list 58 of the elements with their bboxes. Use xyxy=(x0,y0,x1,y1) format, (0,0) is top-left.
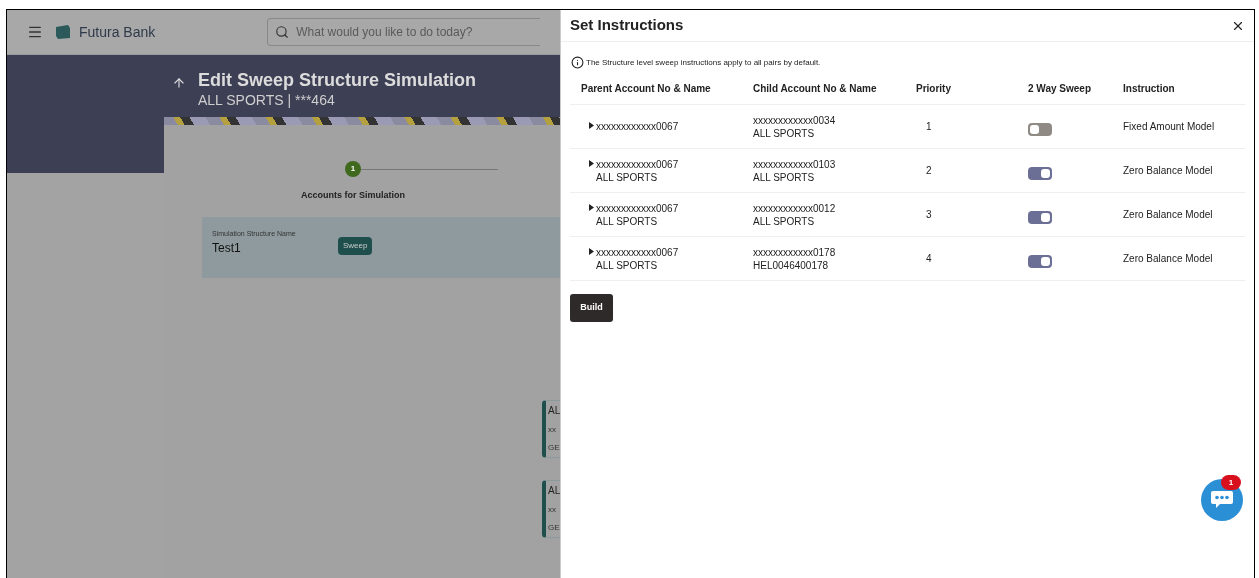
table-cell-text: 4 xyxy=(925,252,933,266)
card-text: GE xyxy=(548,444,560,452)
table-cell-text: Zero Balance Model xyxy=(1123,164,1214,178)
step-number: 1 xyxy=(345,161,361,177)
table-cell-text: xxxxxxxxxxxx0012 xyxy=(753,201,837,215)
table-cell-text: Zero Balance Model xyxy=(1123,208,1214,222)
table-cell-text: xxxxxxxxxxxx0178 xyxy=(753,245,837,259)
brand-name: Futura Bank xyxy=(79,22,156,42)
expand-caret-icon[interactable] xyxy=(589,159,594,167)
table-cell: xxxxxxxxxxxx0067 xyxy=(596,245,679,259)
table-cell-text: xxxxxxxxxxxx0103 xyxy=(753,157,837,171)
search-field[interactable]: What would you like to do today? xyxy=(267,18,540,46)
card-text: xx xyxy=(548,426,557,434)
page-title: Edit Sweep Structure Simulation xyxy=(198,69,477,91)
menu-icon[interactable] xyxy=(27,24,43,40)
table-cell-text: ALL SPORTS xyxy=(753,214,816,228)
card-text: AL xyxy=(548,406,560,416)
table-cell-text: ALL SPORTS xyxy=(753,170,816,184)
column-header: Child Account No & Name xyxy=(753,82,878,96)
column-header: Instruction xyxy=(1123,82,1176,96)
table-cell-text: xxxxxxxxxxxx0034 xyxy=(753,113,837,127)
logo-icon xyxy=(55,24,71,40)
card-text: GE xyxy=(548,524,560,532)
info-text: The Structure level sweep instructions apply to all pairs by default. xyxy=(586,56,821,69)
search-icon xyxy=(275,25,290,39)
table-cell-text: ALL SPORTS xyxy=(596,214,659,228)
table-cell: xxxxxxxxxxxx0067 xyxy=(596,201,679,215)
dialog-title: Set Instructions xyxy=(570,15,684,36)
table-cell-text: Zero Balance Model xyxy=(1123,252,1214,266)
step-label: Accounts for Simulation xyxy=(301,189,405,202)
sweep-toggle[interactable] xyxy=(1028,255,1052,268)
expand-caret-icon[interactable] xyxy=(589,247,594,255)
table-cell: xxxxxxxxxxxx0067 xyxy=(596,120,679,133)
sweep-toggle[interactable] xyxy=(1028,123,1052,136)
column-header: Parent Account No & Name xyxy=(581,82,712,96)
column-header: Priority xyxy=(916,82,952,96)
sweep-tag: Sweep xyxy=(338,236,373,255)
table-cell-text: ALL SPORTS xyxy=(753,126,816,140)
card-text: xx xyxy=(548,506,557,514)
table-cell-text: ALL SPORTS xyxy=(596,258,659,272)
table-cell-text: 1 xyxy=(925,120,933,134)
table-cell-text: HEL0046400178 xyxy=(753,258,830,272)
table-cell-text: 3 xyxy=(925,208,933,222)
page-subtitle: ALL SPORTS | ***464 xyxy=(198,91,336,109)
expand-caret-icon[interactable] xyxy=(589,122,594,129)
card-text: AL xyxy=(548,486,560,496)
table-cell-text: 2 xyxy=(925,164,933,178)
sweep-toggle[interactable] xyxy=(1028,211,1052,224)
info-icon xyxy=(571,56,584,69)
table-cell-text: ALL SPORTS xyxy=(596,170,659,184)
field-value: Test1 xyxy=(212,240,242,257)
sweep-toggle[interactable] xyxy=(1028,167,1052,180)
column-header: 2 Way Sweep xyxy=(1028,82,1092,96)
chat-bubble-icon xyxy=(1210,490,1234,510)
build-button[interactable]: Build xyxy=(570,294,613,322)
expand-caret-icon[interactable] xyxy=(589,203,594,211)
table-cell: xxxxxxxxxxxx0067 xyxy=(596,157,679,171)
table-cell-text: Fixed Amount Model xyxy=(1123,120,1216,134)
